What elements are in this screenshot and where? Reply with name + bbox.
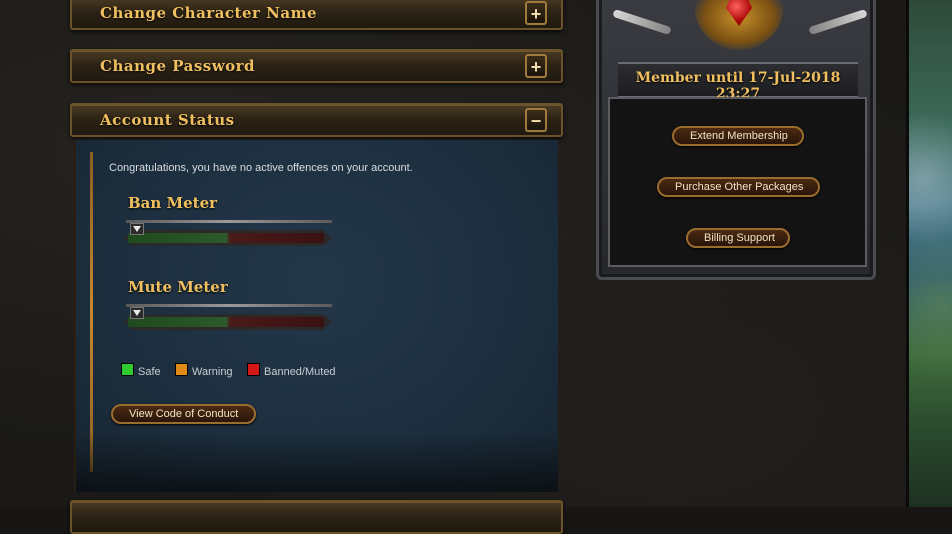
meter-fill — [128, 317, 324, 327]
legend-safe: Safe — [121, 363, 161, 378]
membership-header: Member until 17-Jul-2018 23:27 — [618, 62, 858, 102]
decorative-divider — [90, 152, 93, 472]
scenery-artwork — [906, 0, 952, 507]
billing-support-button[interactable]: Billing Support — [686, 228, 790, 248]
accordion-title: Account Status — [100, 111, 235, 129]
accordion-title: Change Password — [100, 57, 256, 75]
safe-swatch-icon — [121, 363, 134, 376]
meter-fill — [128, 233, 324, 243]
legend-label: Banned/Muted — [264, 366, 336, 378]
mute-meter — [122, 304, 334, 332]
ban-meter-title: Ban Meter — [128, 194, 218, 212]
expand-plus-icon[interactable]: + — [525, 1, 547, 25]
accordion-account-status[interactable]: Account Status − — [70, 103, 563, 137]
meter-rail — [126, 220, 332, 223]
extend-membership-button[interactable]: Extend Membership — [672, 126, 804, 146]
legend-label: Warning — [192, 366, 233, 378]
banned-swatch-icon — [247, 363, 260, 376]
meter-marker-icon — [130, 307, 144, 319]
warning-swatch-icon — [175, 363, 188, 376]
meter-marker-icon — [130, 223, 144, 235]
view-code-of-conduct-button[interactable]: View Code of Conduct — [111, 404, 256, 424]
expand-plus-icon[interactable]: + — [525, 54, 547, 78]
accordion-next-section[interactable] — [70, 500, 563, 534]
legend-warning: Warning — [175, 363, 233, 378]
legend-banned: Banned/Muted — [247, 363, 336, 378]
accordion-title: Change Character Name — [100, 4, 317, 22]
mute-meter-title: Mute Meter — [128, 278, 228, 296]
legend-label: Safe — [138, 366, 161, 378]
status-message: Congratulations, you have no active offe… — [109, 162, 413, 174]
ban-meter — [122, 220, 334, 248]
account-status-panel: Congratulations, you have no active offe… — [74, 140, 558, 492]
collapse-minus-icon[interactable]: − — [525, 108, 547, 132]
meter-rail — [126, 304, 332, 307]
accordion-change-character-name[interactable]: Change Character Name + — [70, 0, 563, 30]
accordion-change-password[interactable]: Change Password + — [70, 49, 563, 83]
purchase-other-packages-button[interactable]: Purchase Other Packages — [657, 177, 820, 197]
